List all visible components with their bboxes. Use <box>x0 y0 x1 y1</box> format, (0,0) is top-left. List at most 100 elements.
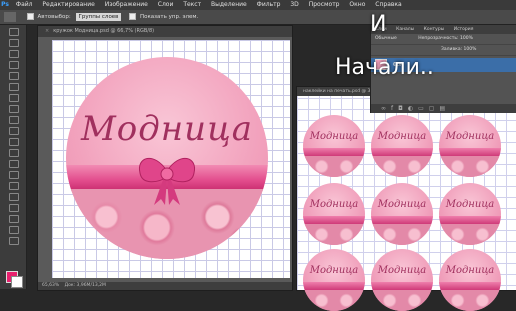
shape-tool-icon[interactable] <box>9 215 19 223</box>
menu-3d[interactable]: 3D <box>286 0 302 10</box>
sticker-copy-title: Модница <box>445 199 495 210</box>
tab-paths[interactable]: Контуры <box>420 27 449 32</box>
sticker-copy: Модница <box>439 183 501 245</box>
sticker-copy-title: Модница <box>309 199 359 210</box>
show-controls-checkbox[interactable] <box>129 13 137 20</box>
dodge-tool-icon[interactable] <box>9 171 19 179</box>
sticker-copy-title: Модница <box>445 131 495 142</box>
document-tab[interactable]: × кружок Модница.psd @ 66,7% (RGB/8) <box>38 26 292 37</box>
document-window: × кружок Модница.psd @ 66,7% (RGB/8) Модн… <box>37 25 293 291</box>
sticker-copy: Модница <box>439 115 501 177</box>
sticker-copy: Модница <box>371 249 433 311</box>
pen-tool-icon[interactable] <box>9 182 19 190</box>
hand-tool-icon[interactable] <box>9 226 19 234</box>
overlay-caption-2: Начали.. <box>335 55 434 80</box>
menu-filter[interactable]: Фильтр <box>253 0 285 10</box>
sticker-copy: Модница <box>371 115 433 177</box>
trash-icon[interactable]: ▤ <box>439 105 450 112</box>
menu-edit[interactable]: Редактирование <box>38 0 98 10</box>
canvas[interactable]: Модница <box>52 40 290 278</box>
sticker-copy-ribbon <box>303 216 365 224</box>
eraser-tool-icon[interactable] <box>9 138 19 146</box>
sticker-copy-ribbon <box>303 148 365 156</box>
options-bar: Автовыбор: Группы слоев Показать упр. эл… <box>0 10 516 25</box>
menu-window[interactable]: Окно <box>345 0 369 10</box>
zoom-level[interactable]: 65,63% <box>42 283 59 288</box>
menu-help[interactable]: Справка <box>371 0 405 10</box>
sticker-artwork: Модница <box>66 57 268 259</box>
sticker-copy-ribbon <box>439 148 501 156</box>
adjustment-icon[interactable]: ◐ <box>408 105 418 112</box>
gradient-tool-icon[interactable] <box>9 149 19 157</box>
panel-footer-icons: ∞f◘◐▭▢▤ <box>371 104 516 113</box>
tab-history[interactable]: История <box>450 27 478 32</box>
type-tool-icon[interactable] <box>9 193 19 201</box>
sticker-copy-roses <box>439 156 501 177</box>
folder-icon[interactable]: ▭ <box>418 105 429 112</box>
mask-icon[interactable]: ◘ <box>398 105 408 112</box>
artwork-title: Модница <box>80 109 254 149</box>
sticker-copy-ribbon <box>371 148 433 156</box>
bow-icon <box>138 158 196 205</box>
sticker-copy: Модница <box>371 183 433 245</box>
sticker-copy-ribbon <box>439 216 501 224</box>
sticker-copy-title: Модница <box>377 199 427 210</box>
blend-row: Обычные Непрозрачность: 100% <box>371 34 516 45</box>
zoom-tool-icon[interactable] <box>9 237 19 245</box>
sticker-copy-roses <box>371 290 433 311</box>
link-icon[interactable]: ∞ <box>381 105 391 112</box>
sticker-copy-roses <box>371 156 433 177</box>
sticker-copy: Модница <box>303 183 365 245</box>
sticker-copy-roses <box>439 224 501 245</box>
background-color-swatch[interactable] <box>11 276 23 288</box>
path-selection-tool-icon[interactable] <box>9 204 19 212</box>
sticker-copy-title: Модница <box>309 265 359 276</box>
eyedropper-tool-icon[interactable] <box>9 83 19 91</box>
sticker-copy-title: Модница <box>377 265 427 276</box>
tab-channels[interactable]: Каналы <box>392 27 418 32</box>
menu-image[interactable]: Изображение <box>101 0 152 10</box>
sticker-copy: Модница <box>303 115 365 177</box>
move-tool-icon[interactable] <box>9 28 19 36</box>
healing-brush-tool-icon[interactable] <box>9 94 19 102</box>
blur-tool-icon[interactable] <box>9 160 19 168</box>
menu-view[interactable]: Просмотр <box>305 0 344 10</box>
sticker-copy-ribbon <box>371 216 433 224</box>
menu-layers[interactable]: Слои <box>154 0 178 10</box>
sticker-copy-roses <box>303 224 365 245</box>
overlay-caption-1: И <box>370 12 387 37</box>
panel-tabs: Слои Каналы Контуры История <box>371 25 516 34</box>
menu-file[interactable]: Файл <box>12 0 37 10</box>
autoselect-dropdown[interactable]: Группы слоев <box>75 12 122 21</box>
history-brush-tool-icon[interactable] <box>9 127 19 135</box>
document-info: Док: 3,96М/13,2М <box>64 283 106 288</box>
sticker-copy-title: Модница <box>445 265 495 276</box>
menu-select[interactable]: Выделение <box>207 0 251 10</box>
sticker-copy: Модница <box>439 249 501 311</box>
lasso-tool-icon[interactable] <box>9 50 19 58</box>
menu-type[interactable]: Текст <box>179 0 205 10</box>
crop-tool-icon[interactable] <box>9 72 19 80</box>
move-tool-icon[interactable] <box>4 12 16 22</box>
sticker-copy: Модница <box>303 249 365 311</box>
autoselect-checkbox[interactable] <box>26 13 34 20</box>
clone-stamp-tool-icon[interactable] <box>9 116 19 124</box>
fill-label: Заливка: <box>441 47 463 52</box>
opacity-value[interactable]: 100% <box>460 36 473 41</box>
opacity-label: Непрозрачность: <box>418 36 459 41</box>
new-layer-icon[interactable]: ▢ <box>429 105 440 112</box>
sticker-copy-roses <box>439 290 501 311</box>
marquee-tool-icon[interactable] <box>9 39 19 47</box>
fill-value[interactable]: 100% <box>464 47 477 52</box>
tools-panel <box>0 25 27 289</box>
close-icon[interactable]: × <box>45 28 49 34</box>
brush-tool-icon[interactable] <box>9 105 19 113</box>
menu-bar: Ps Файл Редактирование Изображение Слои … <box>0 0 516 10</box>
autoselect-label: Автовыбор: <box>37 14 71 20</box>
sticker-copy-roses <box>371 224 433 245</box>
magic-wand-tool-icon[interactable] <box>9 61 19 69</box>
sticker-copy-title: Модница <box>309 131 359 142</box>
photoshop-logo: Ps <box>1 1 9 8</box>
document-tab-title: кружок Модница.psd @ 66,7% (RGB/8) <box>53 28 155 34</box>
sticker-copy-roses <box>303 290 365 311</box>
